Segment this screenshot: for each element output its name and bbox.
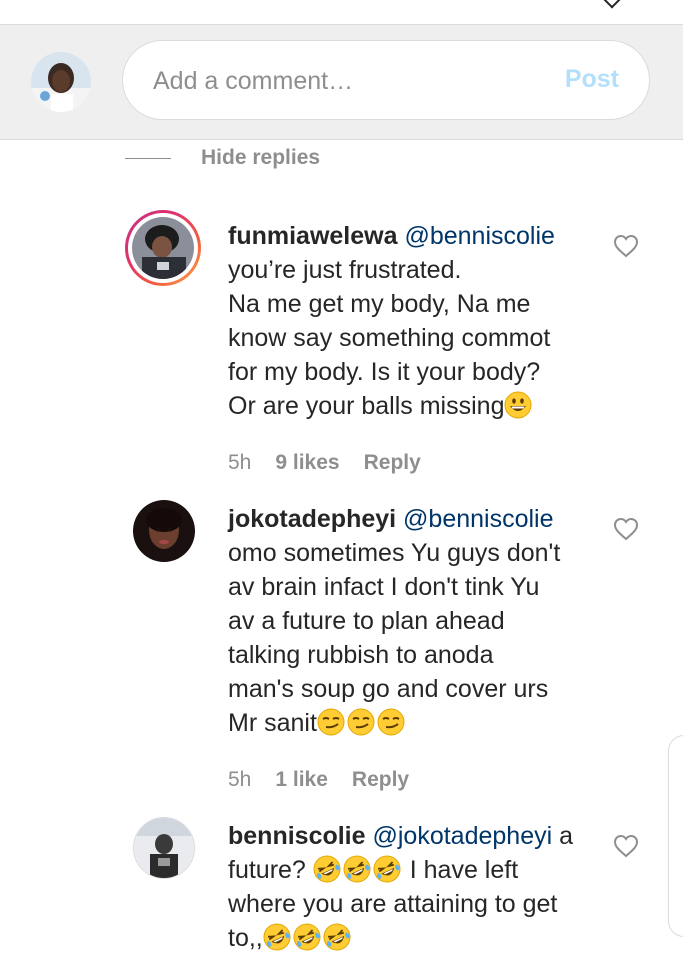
comment-likes[interactable]: 9 likes — [275, 451, 339, 475]
comment-line: Or are your balls missing — [228, 392, 505, 420]
comment-line-last: to,, — [228, 921, 598, 955]
comment-line: where you are attaining to get — [228, 890, 558, 918]
divider — [125, 157, 171, 159]
comment-line-last: Or are your balls missing — [228, 389, 598, 423]
comment-line-last: Mr sanit — [228, 706, 598, 740]
comment-line: for my body. Is it your body? — [228, 358, 541, 386]
comment-likes[interactable]: 1 like — [275, 768, 328, 792]
hide-replies-toggle[interactable]: Hide replies — [125, 146, 320, 170]
comment-input-container: Post — [122, 40, 650, 120]
comment-line: future? — [228, 856, 306, 884]
reply-button[interactable]: Reply — [364, 451, 421, 475]
smirking-face-emoji-icon — [317, 708, 345, 736]
rolling-laughing-face-emoji-icon — [293, 923, 321, 951]
smirking-face-emoji-icon — [347, 708, 375, 736]
comment-line: Mr sanit — [228, 709, 317, 737]
grinning-face-emoji-icon — [504, 391, 532, 419]
floating-panel-edge[interactable] — [668, 735, 683, 937]
comment-mention[interactable]: @benniscolie — [403, 505, 553, 533]
comment-line: future? I have left — [228, 853, 598, 887]
comment-line: a — [559, 822, 574, 850]
comment-meta: 5h 1 like Reply — [228, 768, 409, 792]
comment-text: funmiawelewa @benniscolie you’re just fr… — [228, 219, 598, 423]
comment-age: 5h — [228, 451, 252, 474]
comment-mention[interactable]: @benniscolie — [404, 222, 554, 250]
comment-username[interactable]: jokotadepheyi — [228, 505, 396, 533]
post-button[interactable]: Post — [565, 65, 619, 94]
comment-line: I have left — [409, 856, 519, 884]
comment-line: omo sometimes Yu guys don't — [228, 539, 561, 567]
chevron-down-icon[interactable] — [603, 0, 621, 9]
current-user-avatar[interactable] — [31, 52, 91, 112]
rolling-laughing-face-emoji-icon — [313, 855, 341, 883]
comment-line: talking rubbish to anoda — [228, 641, 494, 669]
comment-text: benniscolie @jokotadepheyi a future? I h… — [228, 819, 598, 955]
comment-text: jokotadepheyi @benniscolie omo sometimes… — [228, 502, 598, 740]
like-heart-icon[interactable] — [613, 517, 639, 541]
comment-age: 5h — [228, 768, 252, 791]
like-heart-icon[interactable] — [613, 234, 639, 258]
avatar[interactable] — [132, 217, 194, 279]
rolling-laughing-face-emoji-icon — [343, 855, 371, 883]
comment-line: to,, — [228, 924, 263, 952]
rolling-laughing-face-emoji-icon — [263, 923, 291, 951]
smirking-face-emoji-icon — [377, 708, 405, 736]
comment-meta: 5h 9 likes Reply — [228, 451, 421, 475]
comment-username[interactable]: benniscolie — [228, 822, 366, 850]
comment-username[interactable]: funmiawelewa — [228, 222, 398, 250]
comment-line: Na me get my body, Na me — [228, 290, 531, 318]
comment-mention[interactable]: @jokotadepheyi — [373, 822, 553, 850]
comment-line: know say something commot — [228, 324, 551, 352]
comment-line: man's soup go and cover urs — [228, 675, 549, 703]
top-bar — [0, 0, 683, 25]
hide-replies-label: Hide replies — [201, 146, 321, 169]
avatar[interactable] — [133, 500, 195, 562]
rolling-laughing-face-emoji-icon — [323, 923, 351, 951]
comment-line: av brain infact I don't tink Yu — [228, 573, 540, 601]
comment-input[interactable] — [153, 61, 533, 101]
avatar[interactable] — [133, 817, 195, 879]
comment-line: you’re just frustrated. — [228, 256, 462, 284]
comment-line: av a future to plan ahead — [228, 607, 505, 635]
like-heart-icon[interactable] — [613, 834, 639, 858]
rolling-laughing-face-emoji-icon — [373, 855, 401, 883]
reply-button[interactable]: Reply — [352, 768, 409, 792]
